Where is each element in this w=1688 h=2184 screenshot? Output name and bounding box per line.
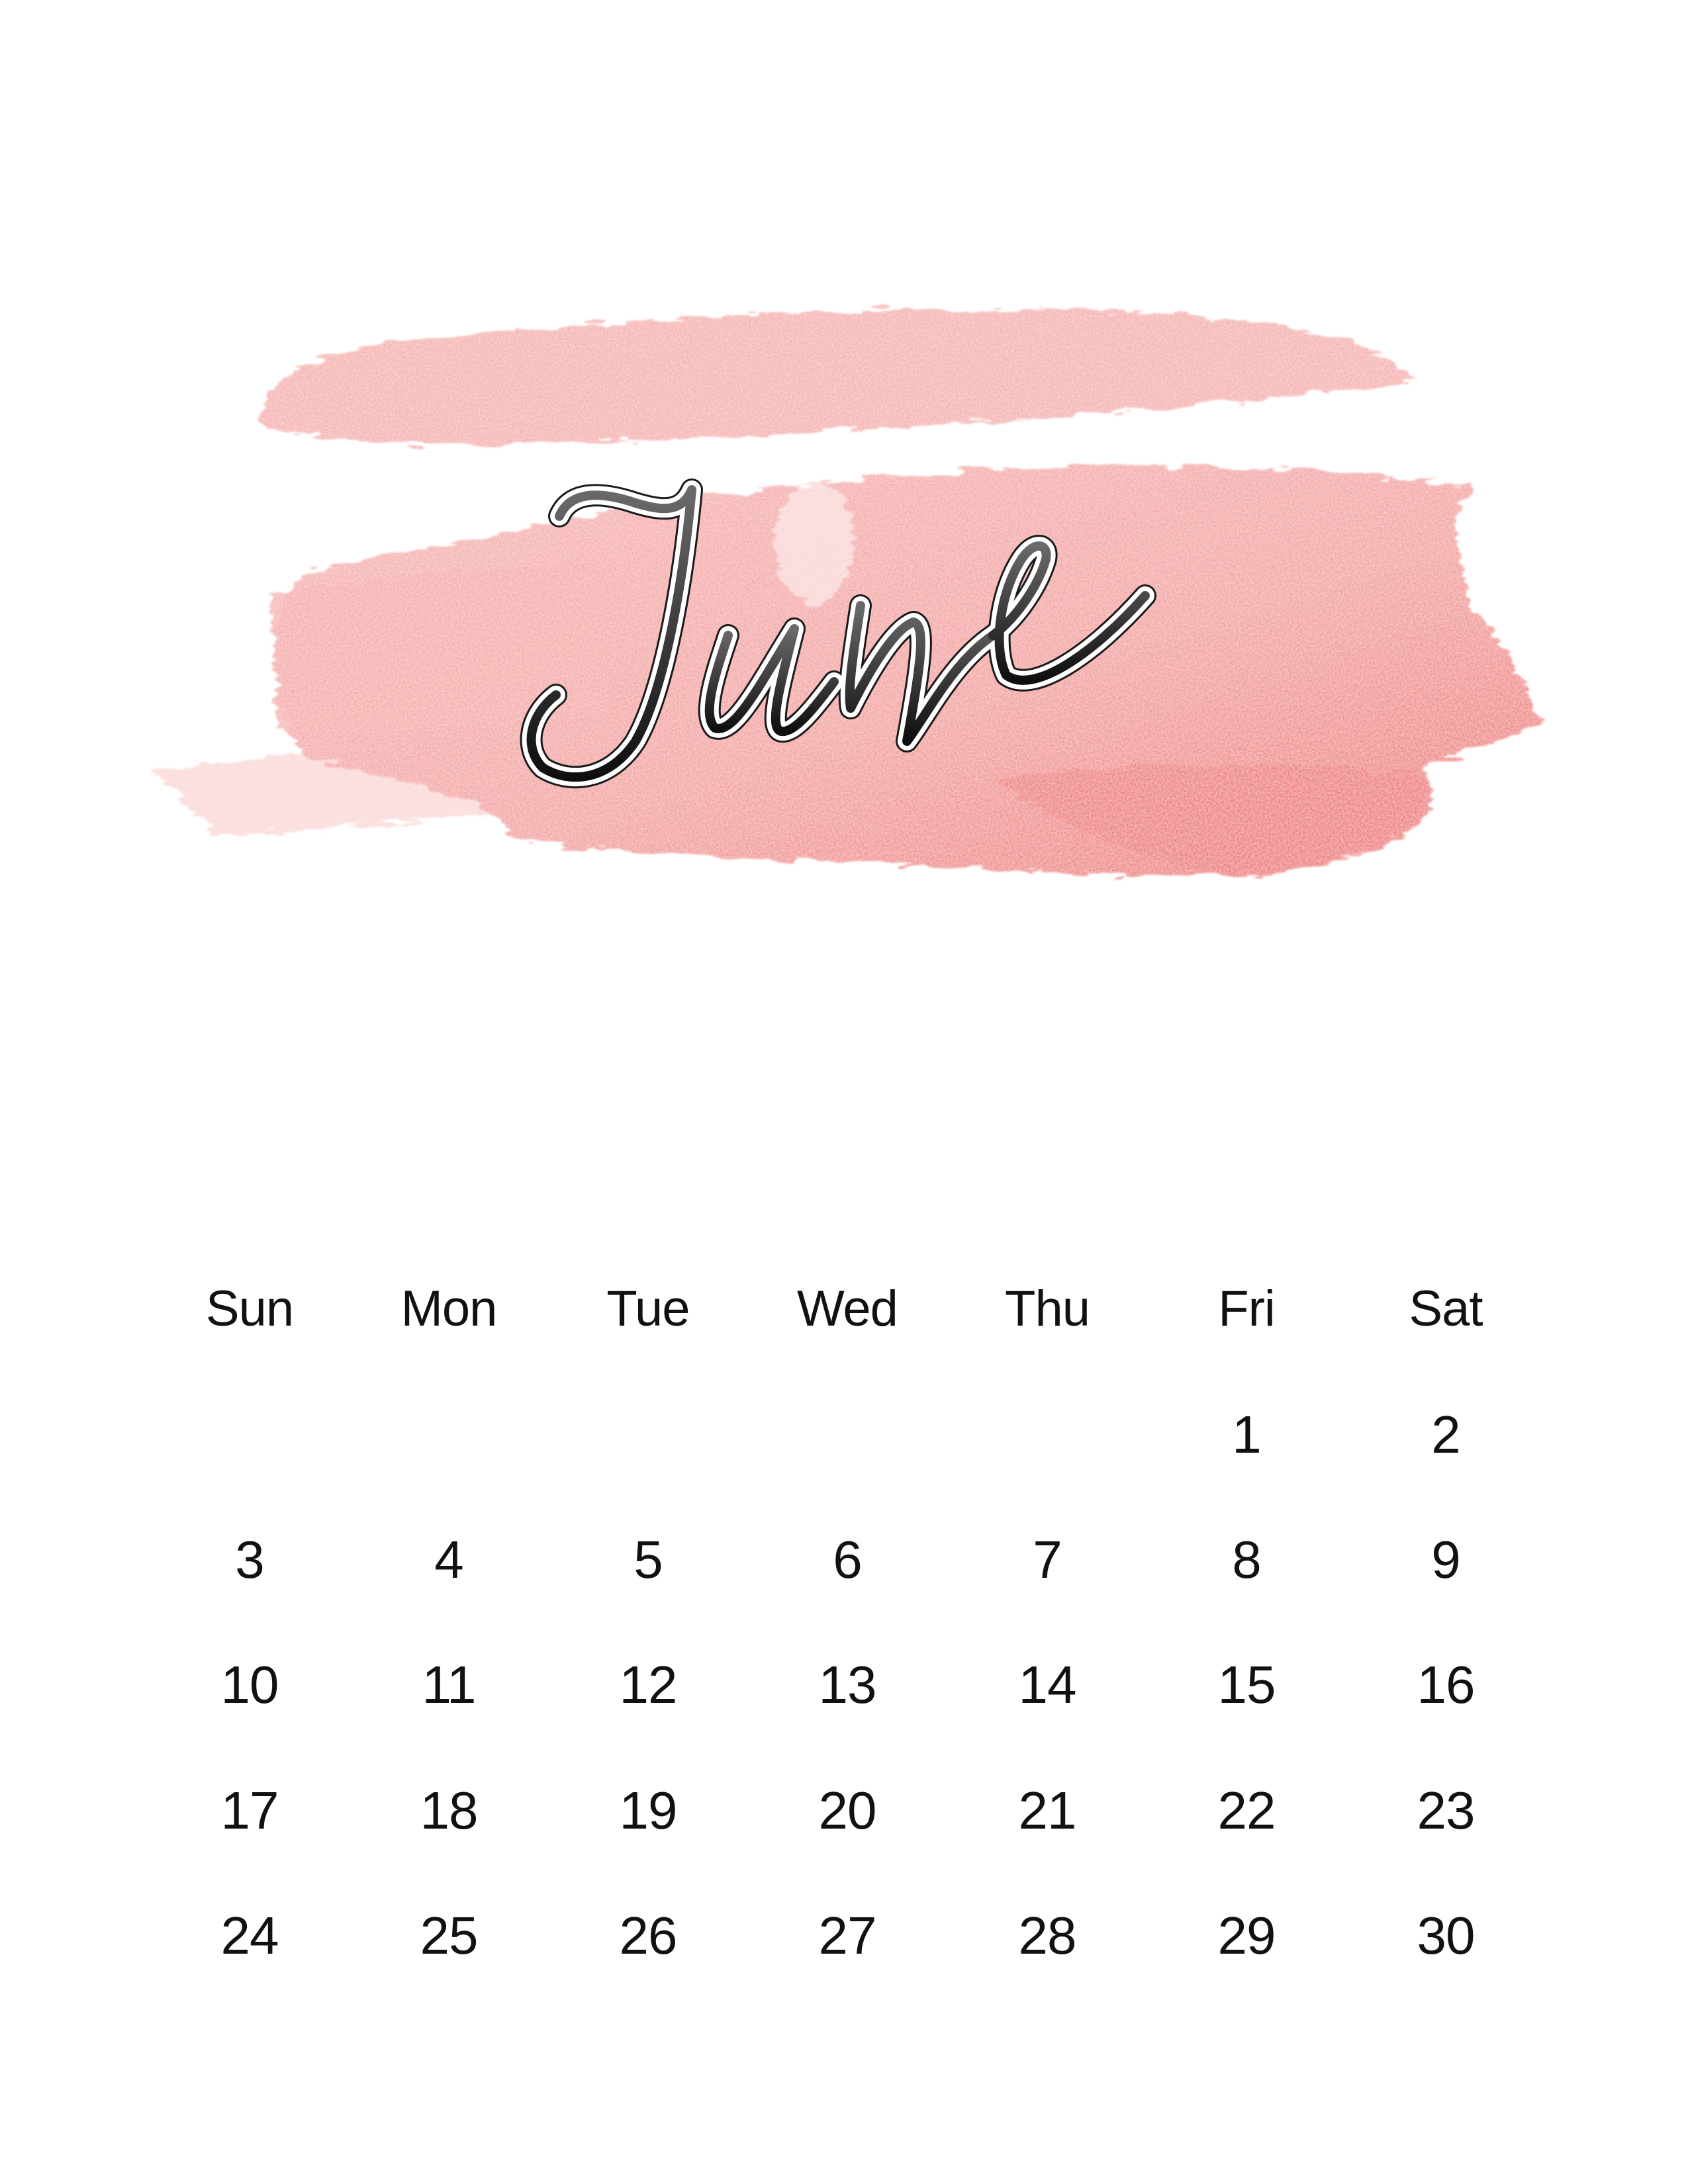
day-cell-3: 3: [235, 1530, 265, 1589]
day-cell-18: 18: [420, 1781, 479, 1840]
day-cell-11: 11: [422, 1655, 476, 1714]
day-cell-15: 15: [1217, 1655, 1276, 1714]
month-calendar-grid: Sun Mon Tue Wed Thu Fri Sat 1 2 3 4 5 6 7 8 9 10 11 12 13 14…: [0, 0, 1688, 2184]
day-cell-4: 4: [434, 1530, 464, 1589]
day-cell-27: 27: [818, 1906, 877, 1965]
calendar-page: June SunMonTueWedThuFriSat12345678910111…: [0, 0, 1688, 2184]
day-cell-29: 29: [1217, 1906, 1276, 1965]
day-cell-24: 24: [220, 1906, 279, 1965]
weekday-header-fri: Fri: [1218, 1281, 1276, 1337]
day-cell-9: 9: [1431, 1530, 1461, 1589]
day-cell-23: 23: [1417, 1781, 1476, 1840]
day-cell-8: 8: [1232, 1530, 1262, 1589]
day-cell-7: 7: [1033, 1530, 1062, 1589]
day-cell-19: 19: [619, 1781, 678, 1840]
weekday-header-thu: Thu: [1005, 1281, 1090, 1337]
day-cell-14: 14: [1018, 1655, 1077, 1714]
day-cell-21: 21: [1018, 1781, 1077, 1840]
weekday-header-tue: Tue: [606, 1281, 690, 1337]
day-cell-17: 17: [220, 1781, 279, 1840]
day-cell-22: 22: [1217, 1781, 1276, 1840]
day-cell-6: 6: [833, 1530, 863, 1589]
day-cell-26: 26: [619, 1906, 678, 1965]
day-cell-20: 20: [818, 1781, 877, 1840]
day-cell-12: 12: [619, 1655, 678, 1714]
weekday-header-wed: Wed: [797, 1281, 898, 1337]
day-cell-30: 30: [1417, 1906, 1476, 1965]
day-cell-5: 5: [633, 1530, 663, 1589]
day-cell-28: 28: [1018, 1906, 1077, 1965]
weekday-header-mon: Mon: [400, 1281, 498, 1337]
weekday-header-sun: Sun: [205, 1281, 294, 1337]
day-cell-10: 10: [220, 1655, 279, 1714]
day-cell-13: 13: [818, 1655, 877, 1714]
day-cell-25: 25: [420, 1906, 479, 1965]
day-cell-1: 1: [1232, 1405, 1262, 1464]
day-cell-16: 16: [1417, 1655, 1476, 1714]
weekday-header-sat: Sat: [1409, 1281, 1483, 1337]
day-cell-2: 2: [1431, 1405, 1461, 1464]
